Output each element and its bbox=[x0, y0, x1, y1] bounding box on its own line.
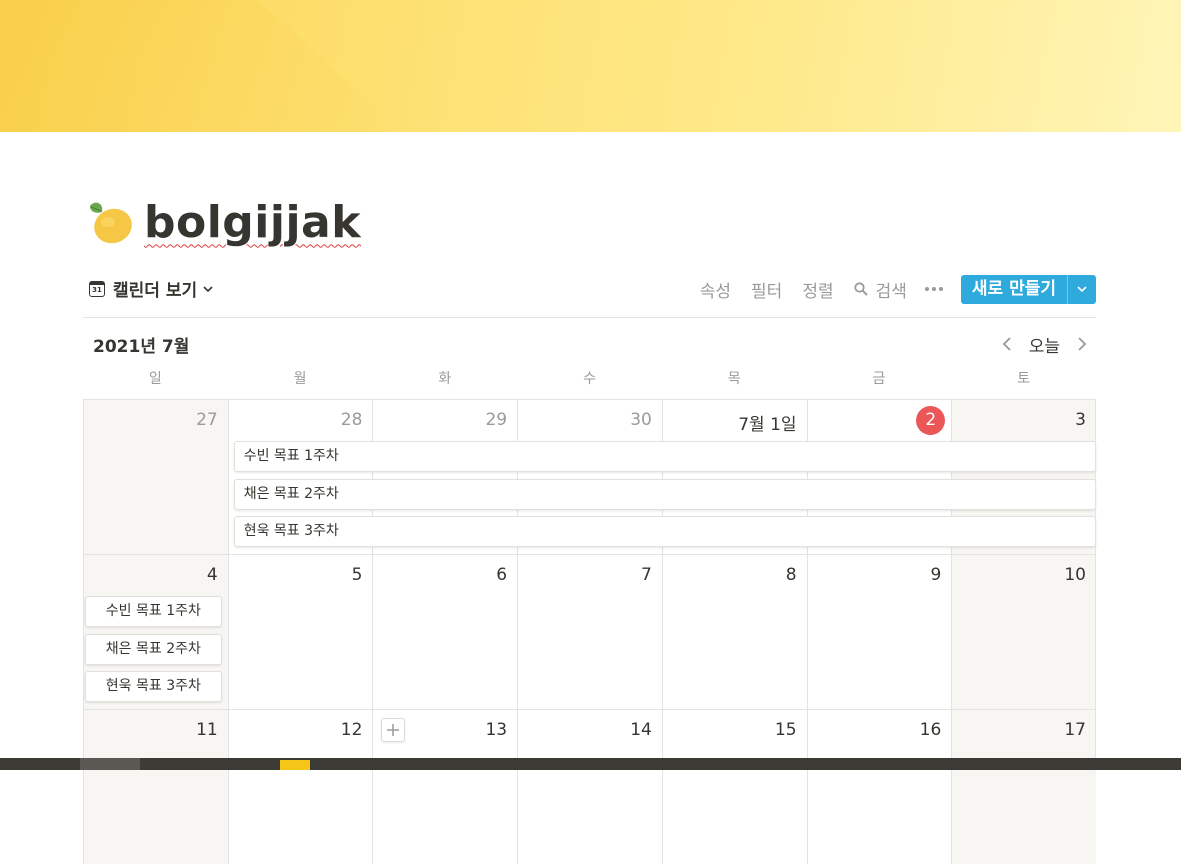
chevron-right-icon bbox=[1078, 337, 1087, 351]
calendar-header: 2021년 7월 오늘 bbox=[83, 330, 1096, 358]
day-cell[interactable]: 10 bbox=[951, 554, 1096, 709]
event-card[interactable]: 현욱 목표 3주차 bbox=[85, 671, 222, 702]
weekday-label: 수 bbox=[583, 371, 596, 387]
weekday-label: 월 bbox=[293, 371, 307, 387]
search-label: 검색 bbox=[875, 281, 907, 302]
cover-shape bbox=[0, 0, 402, 132]
page-title[interactable]: bolgijjak bbox=[144, 197, 361, 248]
previous-month-button[interactable] bbox=[993, 330, 1021, 358]
today-date-badge: 2 bbox=[916, 406, 946, 435]
weekday-label: 목 bbox=[727, 371, 741, 387]
add-event-button[interactable] bbox=[381, 718, 406, 742]
chevron-left-icon bbox=[1002, 337, 1011, 351]
toolbar-divider bbox=[83, 317, 1096, 318]
day-cell[interactable]: 12 bbox=[227, 709, 373, 864]
month-navigation: 오늘 bbox=[993, 330, 1096, 358]
day-cell[interactable]: 15 bbox=[661, 709, 807, 864]
toolbar-actions: 속성 필터 정렬 검색 새로 만들기 bbox=[680, 272, 1096, 306]
lemon-icon[interactable] bbox=[84, 196, 136, 248]
day-number: 9 bbox=[930, 565, 942, 585]
day-number: 3 bbox=[1075, 410, 1086, 430]
day-number: 7 bbox=[641, 565, 652, 585]
day-cell[interactable]: 27 bbox=[83, 399, 228, 554]
day-cell[interactable]: 14 bbox=[517, 709, 662, 864]
page-header: bolgijjak bbox=[84, 190, 361, 254]
event-card[interactable]: 수빈 목표 1주차 bbox=[233, 441, 1096, 472]
new-button-dropdown[interactable] bbox=[1067, 274, 1096, 304]
taskbar-item[interactable] bbox=[280, 760, 310, 770]
day-number: 8 bbox=[785, 565, 797, 585]
day-cell[interactable]: 9 bbox=[806, 554, 952, 709]
weekday-label: 토 bbox=[1017, 371, 1031, 387]
calendar-icon: 31 bbox=[89, 280, 105, 297]
day-number: 28 bbox=[340, 410, 363, 430]
event-card[interactable]: 현욱 목표 3주차 bbox=[233, 516, 1096, 547]
day-number: 27 bbox=[196, 410, 218, 430]
weekday-label: 화 bbox=[438, 371, 452, 387]
properties-button[interactable]: 속성 bbox=[700, 277, 731, 302]
event-card[interactable]: 채은 목표 2주차 bbox=[85, 633, 222, 665]
new-button[interactable]: 새로 만들기 bbox=[961, 275, 1067, 304]
day-cell[interactable]: 5 bbox=[227, 554, 373, 709]
day-number: 12 bbox=[340, 720, 363, 740]
weekday-label: 일 bbox=[148, 371, 162, 387]
taskbar bbox=[0, 758, 1181, 770]
day-number: 30 bbox=[630, 410, 652, 430]
day-cell[interactable]: 7 bbox=[517, 554, 662, 709]
day-cell[interactable]: 16 bbox=[806, 709, 952, 864]
day-cell[interactable]: 13 bbox=[372, 709, 518, 864]
event-card[interactable]: 수빈 목표 1주차 bbox=[85, 596, 222, 627]
day-number: 6 bbox=[496, 565, 508, 585]
day-number: 16 bbox=[919, 720, 942, 740]
calendar-icon-number: 31 bbox=[92, 285, 102, 294]
day-number: 17 bbox=[1064, 720, 1086, 740]
page-cover[interactable] bbox=[0, 0, 1181, 132]
chevron-down-icon bbox=[1077, 286, 1087, 293]
next-month-button[interactable] bbox=[1068, 330, 1096, 358]
day-cell[interactable]: 8 bbox=[661, 554, 807, 709]
day-number: 10 bbox=[1064, 565, 1086, 585]
sort-button[interactable]: 정렬 bbox=[802, 277, 833, 302]
day-cell[interactable]: 11 bbox=[83, 709, 228, 864]
day-number: 13 bbox=[485, 720, 508, 740]
view-label: 캘린더 보기 bbox=[113, 281, 198, 301]
grid-right-border bbox=[1095, 399, 1096, 771]
calendar-grid: 27 28 29 30 7월 1일 2 3 수빈 목표 1주차 채은 목표 2주차 현욱 목표 3… bbox=[83, 399, 1096, 864]
day-number: 29 bbox=[485, 410, 508, 430]
event-card[interactable]: 채은 목표 2주차 bbox=[233, 478, 1096, 510]
taskbar-item[interactable] bbox=[80, 758, 140, 770]
day-number: 7월 1일 bbox=[738, 415, 797, 435]
day-cell[interactable]: 17 bbox=[951, 709, 1096, 864]
search-icon bbox=[853, 282, 868, 296]
today-button[interactable]: 오늘 bbox=[1021, 332, 1068, 357]
day-number: 5 bbox=[351, 565, 363, 585]
day-number: 4 bbox=[206, 565, 218, 585]
month-label: 2021년 7월 bbox=[93, 337, 190, 357]
day-number: 14 bbox=[630, 720, 652, 740]
weekday-header: 일 월 화 수 목 금 토 bbox=[83, 368, 1096, 392]
day-number: 15 bbox=[774, 720, 797, 740]
database-toolbar: 31 캘린더 보기 속성 필터 정렬 검색 새로 만들기 bbox=[83, 272, 1096, 306]
view-selector[interactable]: 31 캘린더 보기 bbox=[89, 276, 213, 301]
search-button[interactable]: 검색 bbox=[853, 277, 907, 302]
day-number: 11 bbox=[196, 720, 218, 740]
filter-button[interactable]: 필터 bbox=[751, 277, 782, 302]
chevron-down-icon bbox=[203, 285, 213, 292]
day-cell[interactable]: 6 bbox=[372, 554, 518, 709]
plus-icon bbox=[387, 724, 400, 736]
new-button-group: 새로 만들기 bbox=[960, 274, 1096, 304]
more-options-icon[interactable] bbox=[924, 287, 943, 291]
weekday-label: 금 bbox=[872, 371, 886, 387]
